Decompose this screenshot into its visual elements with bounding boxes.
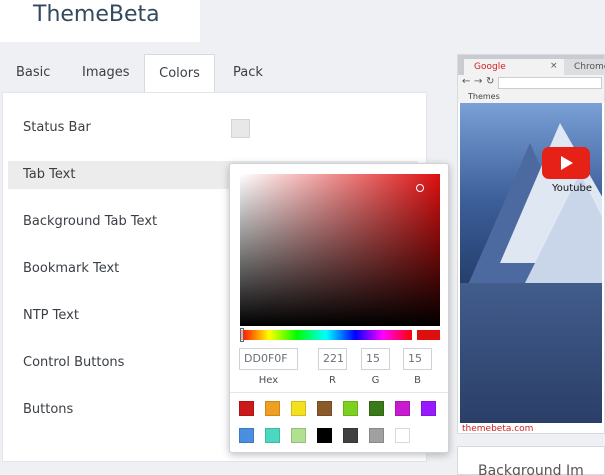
preset-color-swatch[interactable] <box>317 401 332 416</box>
bookmarks-bar: Themes <box>458 91 604 103</box>
preset-color-swatch[interactable] <box>369 401 384 416</box>
reload-icon: ↻ <box>486 76 495 87</box>
blue-input[interactable]: 15 <box>403 348 432 370</box>
tab-pack[interactable]: Pack <box>219 54 277 93</box>
hue-slider[interactable] <box>240 330 412 340</box>
color-item-status-bar[interactable]: Status Bar <box>8 114 418 142</box>
saturation-handle[interactable] <box>416 184 424 192</box>
preset-color-swatch[interactable] <box>395 401 410 416</box>
site-watermark: themebeta.com <box>462 424 534 434</box>
back-arrow-icon: ← <box>462 76 471 87</box>
status-bar-color-swatch[interactable] <box>231 119 250 138</box>
editor-tabs: Basic Images Colors Pack <box>0 54 430 93</box>
background-image-card: Background Im <box>457 446 605 475</box>
green-label: G <box>371 375 380 386</box>
color-picker-popup: DD0F0F 221 15 15 Hex R G B <box>229 163 449 453</box>
picker-divider <box>230 392 448 393</box>
preset-color-swatch[interactable] <box>343 428 358 443</box>
preview-tab-chrome: Chrome <box>564 59 605 75</box>
preset-color-swatch[interactable] <box>239 428 254 443</box>
theme-background-image: Youtube <box>460 103 602 423</box>
red-label: R <box>329 375 336 386</box>
current-color-preview <box>417 330 440 340</box>
hex-label: Hex <box>258 375 279 386</box>
browser-toolbar: ← → ↻ <box>458 75 604 91</box>
saturation-value-area[interactable] <box>240 174 440 326</box>
close-icon: × <box>550 61 558 71</box>
hex-input[interactable]: DD0F0F <box>239 348 298 370</box>
preview-tab-google: Google <box>464 59 564 75</box>
preset-color-swatch[interactable] <box>265 428 280 443</box>
preset-color-swatch[interactable] <box>265 401 280 416</box>
theme-preview-panel: Google × Chrome ← → ↻ Themes Youtube the… <box>457 54 605 434</box>
red-input[interactable]: 221 <box>318 348 347 370</box>
preset-color-swatch[interactable] <box>421 401 436 416</box>
youtube-icon <box>542 147 590 179</box>
green-input[interactable]: 15 <box>361 348 390 370</box>
tab-images[interactable]: Images <box>68 54 144 93</box>
header: ThemeBeta <box>0 0 200 42</box>
preset-color-swatch[interactable] <box>343 401 358 416</box>
blue-label: B <box>414 375 421 386</box>
preset-color-swatch[interactable] <box>369 428 384 443</box>
brand-logo-text[interactable]: ThemeBeta <box>33 2 160 27</box>
browser-tab-strip: Google × Chrome <box>458 55 605 75</box>
hue-slider-handle[interactable] <box>240 328 244 342</box>
youtube-label: Youtube <box>552 183 592 194</box>
preset-color-swatch[interactable] <box>395 428 410 443</box>
background-image-card-title: Background Im <box>478 463 584 475</box>
tab-basic[interactable]: Basic <box>2 54 64 93</box>
preset-color-swatch[interactable] <box>317 428 332 443</box>
preset-color-swatch[interactable] <box>291 401 306 416</box>
forward-arrow-icon: → <box>474 76 483 87</box>
tab-colors[interactable]: Colors <box>144 54 215 93</box>
preset-color-swatch[interactable] <box>291 428 306 443</box>
bookmark-themes: Themes <box>468 92 500 101</box>
address-bar <box>498 77 602 89</box>
preset-color-swatch[interactable] <box>239 401 254 416</box>
